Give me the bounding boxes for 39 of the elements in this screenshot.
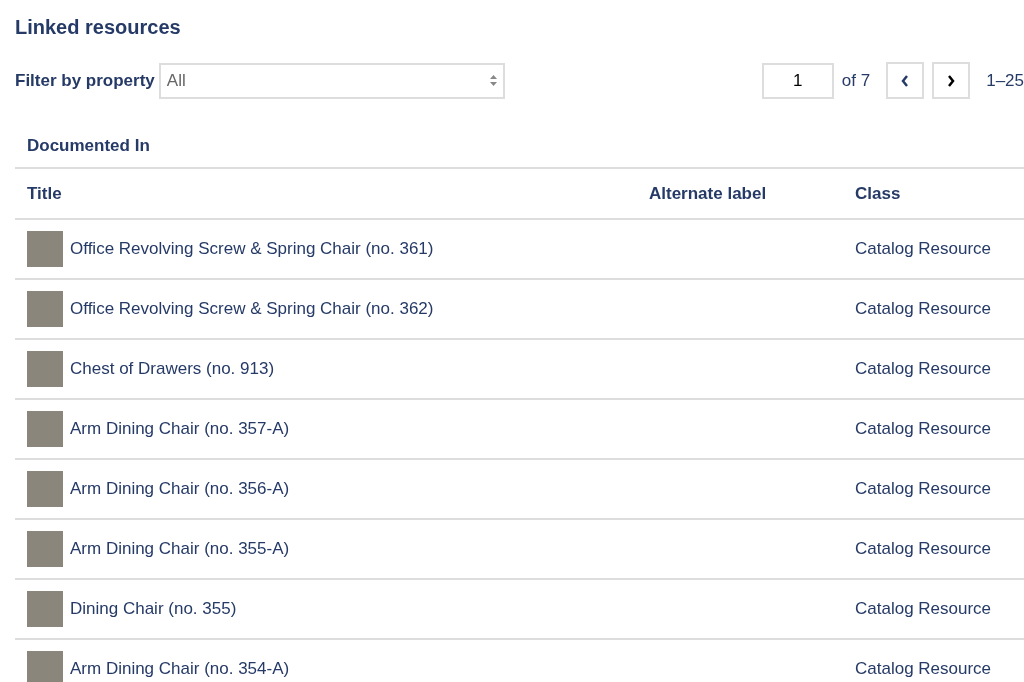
prev-button[interactable] — [886, 62, 925, 99]
class-cell: Catalog Resource — [855, 419, 992, 439]
class-cell: Catalog Resource — [855, 299, 992, 319]
filter-label: Filter by property — [15, 69, 155, 92]
next-button[interactable] — [932, 62, 971, 99]
photo-placeholder — [27, 531, 63, 567]
resource-link[interactable]: Arm Dining Chair (no. 357-A) — [70, 419, 290, 439]
property-select[interactable]: All — [158, 62, 505, 99]
class-cell: Catalog Resource — [855, 359, 992, 379]
class-cell: Catalog Resource — [855, 239, 992, 259]
result-range: 1–25 — [986, 69, 1024, 92]
resource-link[interactable]: Dining Chair (no. 355) — [70, 599, 237, 619]
class-cell: Catalog Resource — [855, 539, 992, 559]
section-title: Documented In — [15, 123, 1024, 169]
photo-placeholder — [27, 231, 63, 267]
chevron-right-icon — [947, 74, 956, 87]
column-header: Title — [15, 168, 637, 219]
photo-placeholder — [27, 411, 63, 447]
select-arrows-icon — [489, 75, 497, 86]
resource-link[interactable]: Arm Dining Chair (no. 356-A) — [70, 479, 290, 499]
resource-link[interactable]: Chest of Drawers (no. 913) — [70, 359, 275, 379]
column-header: Alternate label — [637, 168, 843, 219]
photo-placeholder — [27, 351, 63, 387]
chevron-left-icon — [901, 74, 910, 87]
page-count: of 7 — [841, 69, 871, 92]
resource-link[interactable]: Office Revolving Screw & Spring Chair (no. 362) — [70, 299, 434, 319]
photo-placeholder — [27, 291, 63, 327]
photo-placeholder — [27, 471, 63, 507]
photo-placeholder — [27, 651, 63, 682]
class-cell: Catalog Resource — [855, 659, 992, 679]
section-heading: Linked resources — [15, 15, 182, 40]
class-cell: Catalog Resource — [855, 599, 992, 619]
column-header: Class — [843, 168, 1024, 219]
resource-link[interactable]: Arm Dining Chair (no. 354-A) — [70, 659, 290, 679]
resource-link[interactable]: Arm Dining Chair (no. 355-A) — [70, 539, 290, 559]
page-input[interactable]: 1 — [761, 62, 834, 99]
photo-placeholder — [27, 591, 63, 627]
class-cell: Catalog Resource — [855, 479, 992, 499]
resource-link[interactable]: Office Revolving Screw & Spring Chair (no. 361) — [70, 239, 434, 259]
